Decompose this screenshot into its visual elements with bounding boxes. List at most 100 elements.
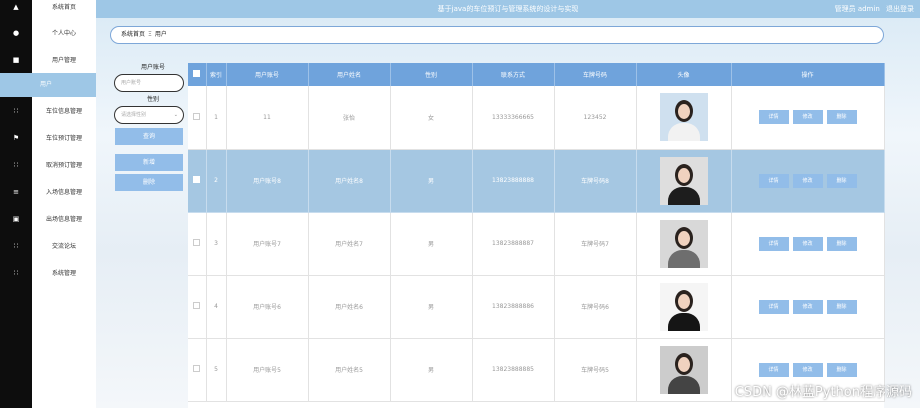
person-icon: ● <box>12 28 20 37</box>
breadcrumb-current: 用户 <box>154 31 167 38</box>
detail-button[interactable]: 详情 <box>758 110 789 125</box>
account-input[interactable]: 用户账号 <box>114 74 184 92</box>
top-bar: 基于java的车位预订与管理系统的设计与实现 管理员 admin 退出登录 <box>96 0 920 18</box>
column-header: 联系方式 <box>472 63 555 86</box>
avatar <box>659 219 708 268</box>
cell-index: 2 <box>206 149 227 213</box>
row-checkbox[interactable] <box>188 275 207 339</box>
cell-gender: 男 <box>390 212 473 276</box>
table-row[interactable]: 4 用户账号6 用户姓名6 男 13823888886 车牌号码6 详情 修改 删除 <box>188 275 885 339</box>
book-icon: ■ <box>12 55 20 64</box>
row-checkbox[interactable] <box>188 338 207 402</box>
cell-avatar <box>636 212 732 276</box>
cell-index: 3 <box>206 212 227 276</box>
sidebar-item-entry[interactable]: ≡ 入场信息管理 <box>0 178 96 205</box>
cell-index: 1 <box>206 86 227 150</box>
cell-account: 用户账号7 <box>226 212 309 276</box>
sidebar-item-label: 用户管理 <box>51 57 76 64</box>
row-delete-button[interactable]: 删除 <box>826 110 857 125</box>
cell-gender: 男 <box>390 149 473 213</box>
cell-name: 用户姓名8 <box>308 149 391 213</box>
sidebar-item-label: 个人中心 <box>51 30 76 37</box>
current-user: 管理员 admin <box>834 5 880 13</box>
cell-phone: 13333366665 <box>472 86 555 150</box>
sidebar-item-cancel-booking[interactable]: ∷ 取消预订管理 <box>0 151 96 178</box>
cell-index: 5 <box>206 338 227 402</box>
select-all-checkbox[interactable] <box>188 63 207 86</box>
column-header: 性别 <box>390 63 473 86</box>
sidebar-item-label: 入场信息管理 <box>45 189 82 196</box>
sidebar-item-label: 取消预订管理 <box>45 162 82 169</box>
row-checkbox[interactable] <box>188 149 207 213</box>
cell-plate: 车牌号码8 <box>554 149 637 213</box>
flag-icon: ⚑ <box>12 133 20 142</box>
grid-icon: ∷ <box>13 106 19 115</box>
sidebar-item-exit[interactable]: ▣ 出场信息管理 <box>0 205 96 232</box>
cell-phone: 13823888885 <box>472 338 555 402</box>
cell-plate: 车牌号码7 <box>554 212 637 276</box>
sidebar-item-system[interactable]: ∷ 系统管理 <box>0 259 96 286</box>
user-table: 索引 用户账号 用户姓名 性别 联系方式 车牌号码 头像 操作 1 11 张怡 … <box>188 63 885 408</box>
edit-button[interactable]: 修改 <box>792 236 823 251</box>
table-row[interactable]: 1 11 张怡 女 13333366665 123452 详情 修改 删除 <box>188 86 885 150</box>
sidebar-item-label: 系统管理 <box>51 270 76 277</box>
row-delete-button[interactable]: 删除 <box>826 173 857 188</box>
cell-name: 用户姓名7 <box>308 212 391 276</box>
breadcrumb-home[interactable]: 系统首页 <box>121 31 145 38</box>
cell-account: 用户账号6 <box>226 275 309 339</box>
table-row[interactable]: 3 用户账号7 用户姓名7 男 13823888887 车牌号码7 详情 修改 删除 <box>188 212 885 276</box>
cell-plate: 123452 <box>554 86 637 150</box>
edit-button[interactable]: 修改 <box>792 299 823 314</box>
cell-account: 11 <box>226 86 309 150</box>
cell-gender: 女 <box>390 86 473 150</box>
cell-phone: 13823888888 <box>472 149 555 213</box>
add-button[interactable]: 新增 <box>115 154 183 171</box>
logout-link[interactable]: 退出登录 <box>886 5 914 13</box>
delete-button[interactable]: 删除 <box>115 174 183 191</box>
sidebar-item-label: 用户 <box>40 81 53 88</box>
cell-gender: 男 <box>390 338 473 402</box>
cell-avatar <box>636 149 732 213</box>
cell-name: 张怡 <box>308 86 391 150</box>
main-content: 系统首页 Ξ 用户 用户账号 用户账号 性别 请选择性别 ⌄ 查询 新增 删除 索引… <box>96 18 920 408</box>
sidebar-item-spot-info[interactable]: ∷ 车位信息管理 <box>0 97 96 124</box>
column-header: 索引 <box>206 63 227 86</box>
row-delete-button[interactable]: 删除 <box>826 236 857 251</box>
cell-name: 用户姓名6 <box>308 275 391 339</box>
sidebar-item-profile[interactable]: ● 个人中心 <box>0 19 96 46</box>
cell-actions: 详情 修改 删除 <box>731 212 885 276</box>
edit-button[interactable]: 修改 <box>792 173 823 188</box>
row-checkbox[interactable] <box>188 86 207 150</box>
cell-phone: 13823888887 <box>472 212 555 276</box>
row-delete-button[interactable]: 删除 <box>826 362 857 377</box>
row-delete-button[interactable]: 删除 <box>826 299 857 314</box>
cell-actions: 详情 修改 删除 <box>731 275 885 339</box>
cell-account: 用户账号8 <box>226 149 309 213</box>
row-checkbox[interactable] <box>188 212 207 276</box>
table-header-row: 索引 用户账号 用户姓名 性别 联系方式 车牌号码 头像 操作 <box>188 63 885 86</box>
gender-select[interactable]: 请选择性别 ⌄ <box>114 106 184 124</box>
avatar <box>659 156 708 205</box>
sidebar-item-forum[interactable]: ∷ 交流论坛 <box>0 232 96 259</box>
avatar <box>659 93 708 142</box>
detail-button[interactable]: 详情 <box>758 362 789 377</box>
sidebar-item-home[interactable]: ▲ 系统首页 <box>0 0 96 20</box>
edit-button[interactable]: 修改 <box>792 362 823 377</box>
table-row[interactable]: 2 用户账号8 用户姓名8 男 13823888888 车牌号码8 详情 修改 删除 <box>188 149 885 213</box>
edit-button[interactable]: 修改 <box>792 110 823 125</box>
cell-index: 4 <box>206 275 227 339</box>
avatar <box>659 282 708 331</box>
detail-button[interactable]: 详情 <box>758 299 789 314</box>
cell-plate: 车牌号码6 <box>554 275 637 339</box>
column-header: 操作 <box>731 63 885 86</box>
sidebar-item-booking[interactable]: ⚑ 车位预订管理 <box>0 124 96 151</box>
sidebar-item-user-management[interactable]: ■ 用户管理 <box>0 46 96 73</box>
detail-button[interactable]: 详情 <box>758 236 789 251</box>
home-icon: ▲ <box>13 2 19 11</box>
system-title: 基于java的车位预订与管理系统的设计与实现 <box>437 5 579 13</box>
grid-icon: ∷ <box>13 241 19 250</box>
cell-actions: 详情 修改 删除 <box>731 149 885 213</box>
query-button[interactable]: 查询 <box>115 128 183 145</box>
detail-button[interactable]: 详情 <box>758 173 789 188</box>
sidebar-item-user-active[interactable]: 用户 <box>0 73 96 97</box>
